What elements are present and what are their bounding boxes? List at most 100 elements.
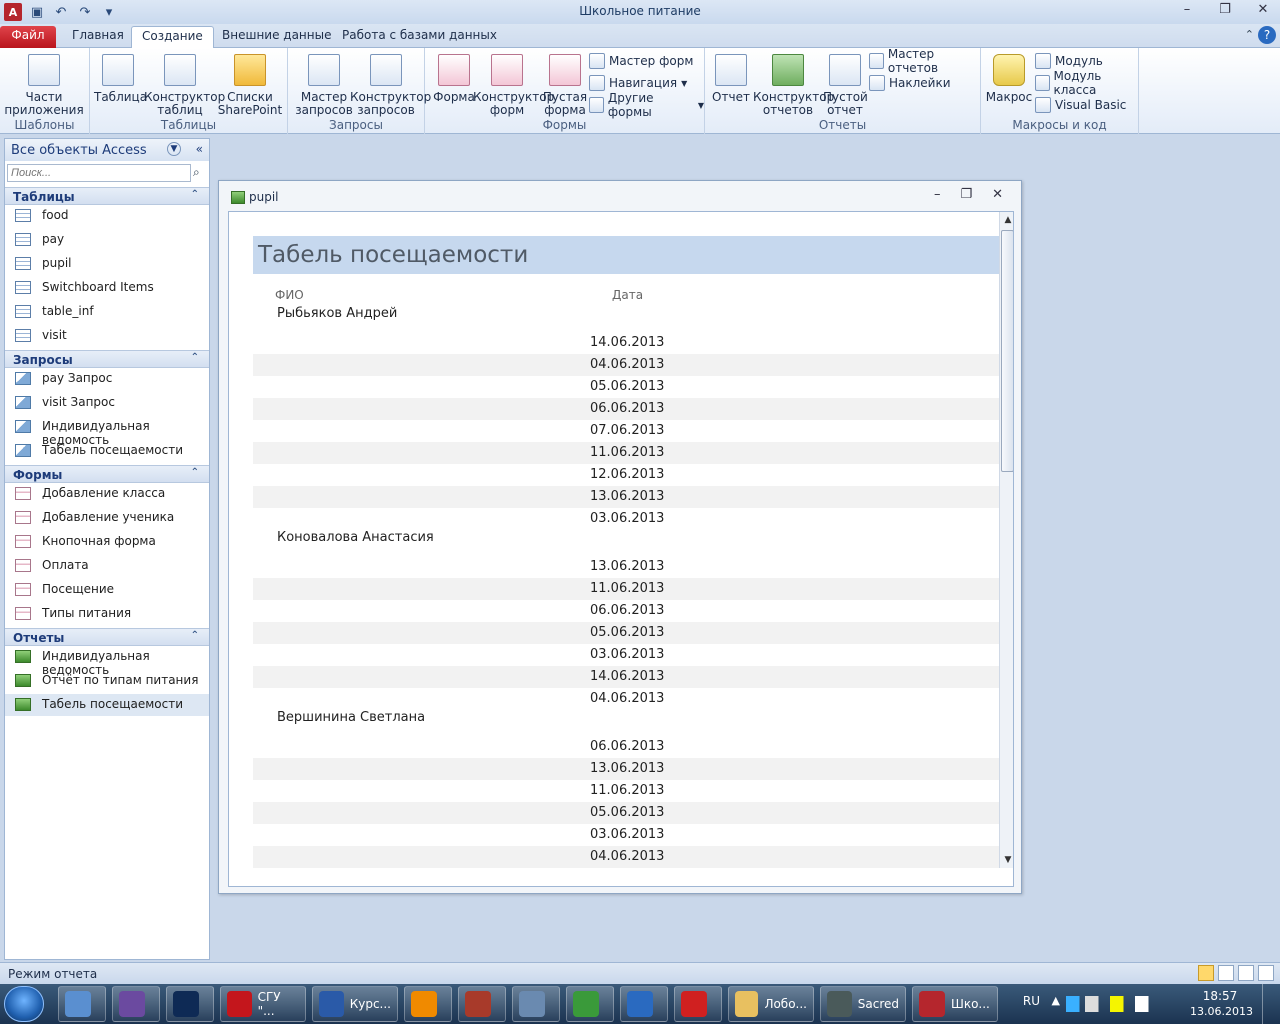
taskbar-button[interactable] — [166, 986, 214, 1022]
nav-item-query[interactable]: visit Запрос — [5, 392, 209, 414]
nav-section-forms[interactable]: Формы ⌃ — [5, 465, 209, 483]
nav-item-form[interactable]: Добавление класса — [5, 483, 209, 505]
report-view-icon[interactable] — [1198, 965, 1214, 981]
tab-create[interactable]: Создание — [131, 26, 214, 48]
restore-icon[interactable]: ❐ — [1214, 2, 1236, 20]
group-macros: Макрос Модуль Модуль класса Visual Basic… — [981, 48, 1139, 134]
minimize-icon[interactable]: – — [934, 187, 941, 202]
minimize-icon[interactable]: – — [1176, 2, 1198, 20]
taskbar-button[interactable] — [112, 986, 160, 1022]
nav-section-tables[interactable]: Таблицы ⌃ — [5, 187, 209, 205]
tab-file[interactable]: Файл — [0, 26, 56, 48]
scroll-up-icon[interactable]: ▲ — [1000, 212, 1013, 228]
search-icon[interactable]: ⌕ — [193, 165, 207, 181]
nav-item-report[interactable]: Индивидуальная ведомость — [5, 646, 209, 677]
taskbar-button[interactable] — [674, 986, 722, 1022]
close-icon[interactable]: ✕ — [992, 187, 1003, 202]
language-indicator[interactable]: RU — [1023, 994, 1040, 1008]
taskbar-button[interactable] — [404, 986, 452, 1022]
nav-item-table[interactable]: food — [5, 205, 209, 227]
nav-item-query[interactable]: Индивидуальная ведомость — [5, 416, 209, 447]
tray-icons[interactable] — [1066, 996, 1162, 1012]
taskbar-button[interactable] — [458, 986, 506, 1022]
chevron-down-icon[interactable]: ▼ — [167, 142, 181, 156]
labels-button[interactable]: Наклейки — [869, 74, 951, 92]
nav-item-report[interactable]: Отчёт по типам питания — [5, 670, 209, 692]
nav-section-queries[interactable]: Запросы ⌃ — [5, 350, 209, 368]
query-designer-button[interactable]: Конструктор запросов — [350, 52, 431, 117]
tab-external-data[interactable]: Внешние данные — [212, 26, 341, 48]
vertical-scrollbar[interactable]: ▲ ▼ — [999, 212, 1013, 868]
class-module-button[interactable]: Модуль класса — [1035, 69, 1138, 97]
scroll-thumb[interactable] — [1001, 230, 1013, 472]
report-button[interactable]: Отчет — [709, 52, 753, 104]
taskbar-button[interactable] — [620, 986, 668, 1022]
visual-basic-button[interactable]: Visual Basic — [1035, 96, 1126, 114]
restore-icon[interactable]: ❐ — [960, 187, 972, 202]
taskbar-button[interactable] — [512, 986, 560, 1022]
navigation-button[interactable]: Навигация ▼ — [589, 74, 687, 92]
report-date-value: 13.06.2013 — [590, 761, 665, 776]
taskbar-button[interactable]: Лобо... — [728, 986, 814, 1022]
taskbar-button[interactable] — [58, 986, 106, 1022]
chevron-up-icon[interactable]: ⌃ — [191, 352, 199, 363]
start-button[interactable] — [4, 986, 44, 1022]
form-wizard-button[interactable]: Мастер форм — [589, 52, 693, 70]
show-desktop-button[interactable] — [1262, 984, 1274, 1024]
form-button[interactable]: Форма — [429, 52, 479, 104]
scroll-down-icon[interactable]: ▼ — [1000, 852, 1013, 868]
report-date-value: 13.06.2013 — [590, 489, 665, 504]
nav-item-form[interactable]: Оплата — [5, 555, 209, 577]
layout-view-icon[interactable] — [1238, 965, 1254, 981]
close-icon[interactable]: ✕ — [1252, 2, 1274, 20]
report-date-row: 11.06.2013 — [253, 442, 999, 464]
minimize-ribbon-icon[interactable]: ⌃ — [1245, 28, 1254, 41]
tab-home[interactable]: Главная — [62, 26, 134, 48]
other-forms-button[interactable]: Другие формы ▼ — [589, 91, 704, 119]
macro-button[interactable]: Макрос — [985, 52, 1033, 104]
nav-section-reports[interactable]: Отчеты ⌃ — [5, 628, 209, 646]
chevron-up-icon[interactable]: ⌃ — [191, 189, 199, 200]
nav-item-form[interactable]: Кнопочная форма — [5, 531, 209, 553]
chevron-up-icon[interactable]: ⌃ — [191, 630, 199, 641]
nav-item-table[interactable]: pay — [5, 229, 209, 251]
sharepoint-lists-button[interactable]: Списки SharePoint — [216, 52, 284, 117]
taskbar-button[interactable]: Шко... — [912, 986, 998, 1022]
nav-item-table[interactable]: table_inf — [5, 301, 209, 323]
nav-item-query[interactable]: Табель посещаемости — [5, 440, 209, 462]
nav-item-report-selected[interactable]: Табель посещаемости — [5, 694, 209, 716]
tab-database-tools[interactable]: Работа с базами данных — [332, 26, 507, 48]
app-parts-button[interactable]: Части приложения — [4, 52, 84, 117]
nav-item-table[interactable]: visit — [5, 325, 209, 347]
module-button[interactable]: Модуль — [1035, 52, 1103, 70]
nav-header[interactable]: Все объекты Access ▼ « — [5, 139, 209, 161]
table-button[interactable]: Таблица — [94, 52, 147, 104]
taskbar-button[interactable]: Sacred — [820, 986, 906, 1022]
report-designer-button[interactable]: Конструктор отчетов — [753, 52, 834, 117]
form-designer-button[interactable]: Конструктор форм — [473, 52, 554, 117]
calculator-icon — [519, 991, 545, 1017]
design-view-icon[interactable] — [1258, 965, 1274, 981]
collapse-pane-icon[interactable]: « — [196, 142, 203, 156]
nav-search-input[interactable] — [7, 164, 191, 182]
tray-expand-icon[interactable]: ▲ — [1052, 994, 1060, 1007]
taskbar-button[interactable]: Курс... — [312, 986, 398, 1022]
access-icon — [919, 991, 945, 1017]
nav-item-form[interactable]: Типы питания — [5, 603, 209, 625]
query-wizard-button[interactable]: Мастер запросов — [292, 52, 356, 117]
chevron-up-icon[interactable]: ⌃ — [191, 467, 199, 478]
taskbar-button[interactable] — [566, 986, 614, 1022]
report-wizard-button[interactable]: Мастер отчетов — [869, 47, 980, 75]
print-preview-icon[interactable] — [1218, 965, 1234, 981]
nav-item-form[interactable]: Посещение — [5, 579, 209, 601]
nav-item-form[interactable]: Добавление ученика — [5, 507, 209, 529]
taskbar-button[interactable]: СГУ "... — [220, 986, 306, 1022]
blank-report-button[interactable]: Пустой отчет — [823, 52, 868, 117]
report-date-row: 05.06.2013 — [253, 376, 999, 398]
table-designer-button[interactable]: Конструктор таблиц — [144, 52, 225, 117]
help-icon[interactable]: ? — [1258, 26, 1276, 44]
nav-item-query[interactable]: pay Запрос — [5, 368, 209, 390]
nav-item-table[interactable]: pupil — [5, 253, 209, 275]
blank-form-button[interactable]: Пустая форма — [541, 52, 589, 117]
nav-item-table[interactable]: Switchboard Items — [5, 277, 209, 299]
